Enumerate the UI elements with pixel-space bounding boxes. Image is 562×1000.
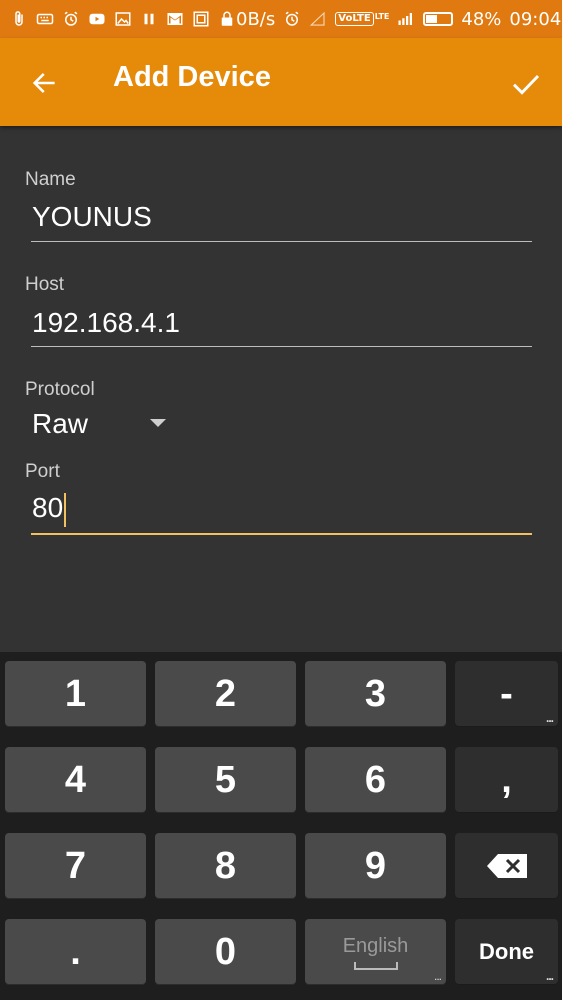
arrow-left-icon (32, 73, 55, 93)
key-9[interactable]: 9 (305, 833, 446, 899)
backspace-icon (486, 854, 527, 878)
more-indicator: ... (433, 969, 442, 983)
check-icon (512, 74, 540, 95)
chevron-down-icon[interactable] (150, 419, 166, 427)
backspace-key[interactable] (455, 833, 558, 899)
name-label: Name (25, 169, 76, 190)
done-label: Done (479, 939, 534, 964)
language-key[interactable]: English ... (305, 919, 446, 985)
image-icon (114, 10, 132, 28)
app-bar: Add Device (0, 38, 562, 126)
numeric-keyboard: 1 2 3 - ... 4 5 6 , 7 8 9 . 0 English ..… (0, 652, 562, 1000)
youtube-icon (88, 10, 106, 28)
name-input[interactable]: YOUNUS (32, 201, 152, 233)
language-label: English (342, 934, 409, 957)
key-4[interactable]: 4 (5, 747, 146, 813)
host-input[interactable]: 192.168.4.1 (32, 307, 180, 339)
clock: 09:04 (509, 8, 562, 30)
lock-icon (218, 10, 236, 28)
alarm-clock-icon (283, 10, 301, 28)
host-label: Host (25, 274, 65, 295)
alarm-icon (62, 10, 80, 28)
lte-label: LTE (374, 12, 390, 21)
protocol-select[interactable]: Raw (32, 408, 88, 440)
back-button[interactable] (26, 65, 62, 101)
pause-icon (140, 10, 158, 28)
key-8[interactable]: 8 (155, 833, 296, 899)
key-7[interactable]: 7 (5, 833, 146, 899)
key-6[interactable]: 6 (305, 747, 446, 813)
more-indicator: ... (545, 711, 554, 725)
key-1[interactable]: 1 (5, 661, 146, 727)
key-5[interactable]: 5 (155, 747, 296, 813)
volte-badge: VoLTE (335, 12, 374, 26)
key-comma[interactable]: , (455, 747, 558, 813)
system-icons: 0B/s VoLTE LTE 48% 09:04 (236, 9, 561, 30)
signal-strength-icon (397, 10, 415, 28)
notification-icons (10, 10, 236, 28)
battery-icon (423, 12, 454, 26)
signal-empty-icon (309, 10, 327, 28)
more-indicator: ... (545, 969, 554, 983)
done-key[interactable]: Done ... (455, 919, 558, 985)
port-underline (31, 533, 532, 535)
paperclip-icon (10, 10, 28, 28)
port-value: 80 (32, 492, 64, 523)
volte-indicator: VoLTE LTE (335, 12, 389, 26)
save-button[interactable] (506, 64, 546, 104)
space-bar-icon (353, 961, 398, 970)
key-2[interactable]: 2 (155, 661, 296, 727)
photo-frame-icon (192, 10, 210, 28)
battery-level (426, 15, 437, 23)
keyboard-icon (36, 10, 54, 28)
key-minus[interactable]: - ... (455, 661, 558, 727)
status-bar: 0B/s VoLTE LTE 48% 09:04 (0, 0, 562, 38)
key-minus-label: - (500, 672, 513, 715)
text-cursor (64, 492, 67, 527)
host-underline (31, 346, 532, 347)
port-input[interactable]: 80 (32, 492, 67, 527)
name-underline (31, 241, 532, 242)
key-0[interactable]: 0 (155, 919, 296, 985)
gmail-icon (166, 10, 184, 28)
battery-percent: 48% (461, 8, 502, 30)
port-label: Port (25, 461, 60, 482)
key-3[interactable]: 3 (305, 661, 446, 727)
key-period[interactable]: . (5, 919, 146, 985)
protocol-label: Protocol (25, 379, 95, 400)
network-speed: 0B/s (236, 8, 276, 30)
page-title: Add Device (113, 61, 271, 93)
